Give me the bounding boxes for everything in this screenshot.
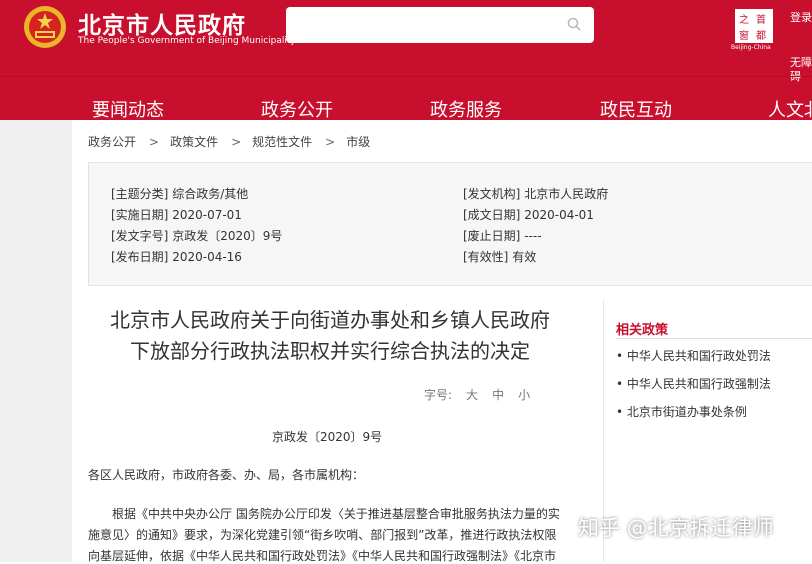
meta-label: [主题分类] — [111, 187, 169, 201]
breadcrumb: 政务公开 > 政策文件 > 规范性文件 > 市级 — [88, 133, 370, 150]
logo-char: 窗 — [739, 31, 749, 42]
zhihu-watermark: 知乎 @北京拆迁律师 — [578, 516, 774, 540]
breadcrumb-item[interactable]: 市级 — [346, 135, 370, 149]
paragraph-line: 向基层延伸，依据《中华人民共和国行政处罚法》《中华人民共和国行政强制法》《北京市 — [88, 549, 557, 563]
capital-logo-caption: Beijing-China — [731, 44, 771, 51]
paragraph-line: 施意见〉的通知》要求，为深化党建引领“街乡吹哨、部门报到”改革，推进行政执法权限 — [88, 528, 557, 542]
related-policy-link[interactable]: • 北京市街道办事处条例 — [616, 403, 747, 420]
search-icon[interactable] — [566, 16, 582, 32]
font-size-large-button[interactable]: 大 — [466, 388, 478, 402]
related-policy-link[interactable]: • 中华人民共和国行政强制法 — [616, 375, 771, 392]
meta-validity: [有效性] 有效 — [463, 248, 536, 265]
meta-label: [有效性] — [463, 250, 509, 264]
document-title-line: 下放部分行政执法职权并实行综合执法的决定 — [130, 339, 530, 363]
font-size-medium-button[interactable]: 中 — [492, 388, 504, 402]
meta-label: [废止日期] — [463, 229, 521, 243]
site-title[interactable]: 北京市人民政府 — [78, 6, 246, 40]
logo-char: 都 — [756, 31, 766, 42]
related-policy-label: 中华人民共和国行政处罚法 — [626, 349, 771, 363]
meta-doc-number: [发文字号] 京政发〔2020〕9号 — [111, 227, 282, 244]
related-policy-label: 北京市街道办事处条例 — [626, 405, 747, 419]
meta-label: [发文机构] — [463, 187, 521, 201]
paragraph-line: 根据《中共中央办公厅 国务院办公厅印发〈关于推进基层整合审批服务执法力量的实 — [112, 507, 560, 521]
meta-label: [成文日期] — [463, 208, 521, 222]
font-size-small-button[interactable]: 小 — [518, 388, 530, 402]
breadcrumb-separator: > — [325, 135, 336, 149]
document-metadata-panel — [88, 162, 812, 286]
document-title-line: 北京市人民政府关于向街道办事处和乡镇人民政府 — [110, 308, 550, 332]
font-size-control: 字号: 大中小 — [424, 386, 530, 403]
breadcrumb-separator: > — [149, 135, 160, 149]
capital-window-logo[interactable]: 首 都 之 窗 — [734, 8, 774, 44]
meta-label: [实施日期] — [111, 208, 169, 222]
meta-value: 2020-07-01 — [172, 208, 242, 222]
nav-interaction[interactable]: 政民互动 — [600, 96, 672, 120]
meta-value: 综合政务/其他 — [172, 187, 249, 201]
site-subtitle: The People's Government of Beijing Munic… — [78, 36, 296, 46]
meta-publish-date: [发布日期] 2020-04-16 — [111, 248, 242, 265]
breadcrumb-item[interactable]: 规范性文件 — [252, 135, 312, 149]
nav-gov-services[interactable]: 政务服务 — [430, 96, 502, 120]
header-divider — [0, 76, 812, 77]
meta-value: 有效 — [512, 250, 537, 264]
meta-effective-date: [实施日期] 2020-07-01 — [111, 206, 242, 223]
meta-issuer: [发文机构] 北京市人民政府 — [463, 185, 608, 202]
site-header: 北京市人民政府 The People's Government of Beiji… — [0, 0, 812, 120]
nav-culture[interactable]: 人文北 — [768, 96, 812, 120]
logo-char: 首 — [756, 15, 766, 26]
breadcrumb-separator: > — [231, 135, 242, 149]
meta-value: 京政发〔2020〕9号 — [172, 229, 283, 243]
search-input[interactable] — [286, 7, 594, 43]
meta-value: 2020-04-16 — [172, 250, 242, 264]
related-policy-link[interactable]: • 中华人民共和国行政处罚法 — [616, 347, 771, 364]
login-link[interactable]: 登录 — [790, 9, 812, 25]
meta-value: 2020-04-01 — [524, 208, 594, 222]
meta-written-date: [成文日期] 2020-04-01 — [463, 206, 594, 223]
document-number: 京政发〔2020〕9号 — [272, 430, 383, 444]
meta-value: ---- — [524, 229, 542, 243]
related-policy-label: 中华人民共和国行政强制法 — [626, 377, 771, 391]
nav-news[interactable]: 要闻动态 — [92, 96, 164, 120]
related-policies-title: 相关政策 — [616, 323, 669, 338]
breadcrumb-item[interactable]: 政务公开 — [88, 135, 136, 149]
meta-abolish-date: [废止日期] ---- — [463, 227, 542, 244]
font-size-label: 字号: — [424, 388, 453, 402]
meta-label: [发文字号] — [111, 229, 169, 243]
national-emblem-icon — [24, 6, 66, 48]
nav-gov-affairs[interactable]: 政务公开 — [261, 96, 333, 120]
meta-topic: [主题分类] 综合政务/其他 — [111, 185, 248, 202]
meta-value: 北京市人民政府 — [524, 187, 609, 201]
breadcrumb-item[interactable]: 政策文件 — [170, 135, 218, 149]
related-policies-underline — [616, 338, 812, 339]
meta-label: [发布日期] — [111, 250, 169, 264]
logo-char: 之 — [739, 15, 749, 26]
document-salutation: 各区人民政府，市政府各委、办、局，各市属机构： — [88, 468, 365, 482]
